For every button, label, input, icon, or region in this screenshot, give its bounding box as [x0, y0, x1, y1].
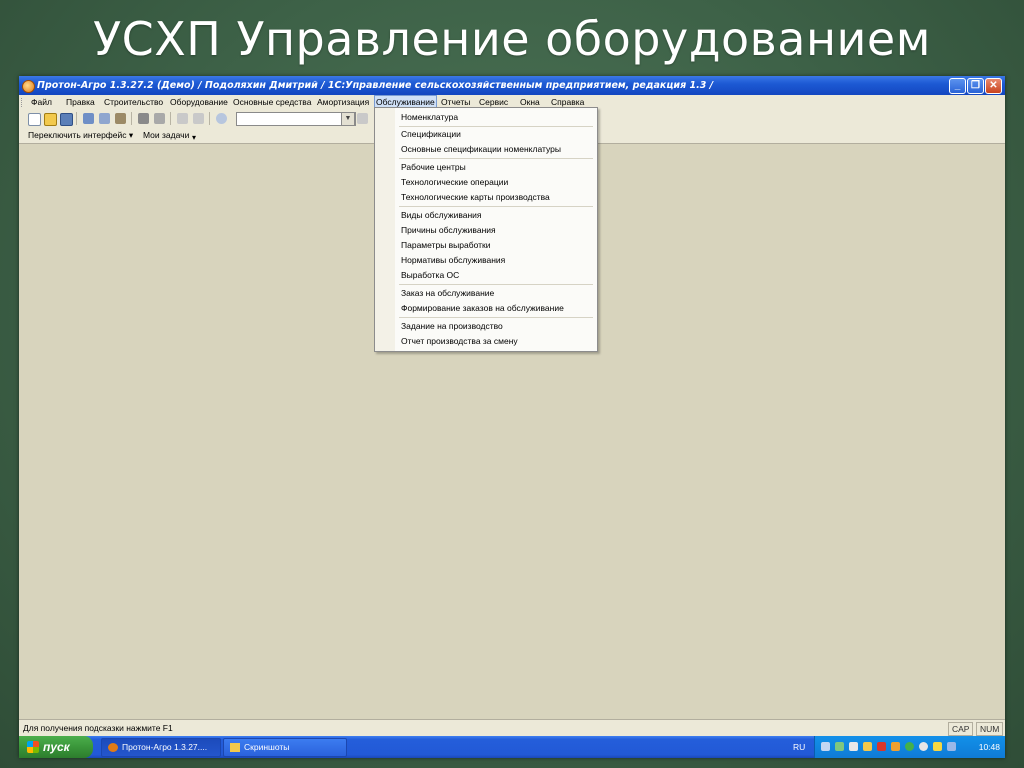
- slide-title: УСХП Управление оборудованием: [93, 12, 931, 66]
- print-icon[interactable]: [138, 113, 149, 124]
- clock: 10:48: [978, 742, 1000, 752]
- menu-file[interactable]: Файл: [30, 95, 53, 110]
- tray-app-icon[interactable]: [891, 742, 900, 751]
- menu-item-service-order[interactable]: Заказ на обслуживание: [401, 288, 494, 298]
- num-lock-indicator: NUM: [976, 722, 1004, 736]
- menu-item-tech-operations[interactable]: Технологические операции: [401, 177, 508, 187]
- preview-icon[interactable]: [154, 113, 165, 124]
- undo-icon[interactable]: [177, 113, 188, 124]
- window-titlebar: Протон-Агро 1.3.27.2 (Демо) / Подоляхин …: [19, 76, 1005, 95]
- menu-item-tech-cards[interactable]: Технологические карты производства: [401, 192, 550, 202]
- toolbar-separator: [209, 112, 210, 125]
- start-label: пуск: [43, 740, 70, 754]
- folder-icon: [230, 743, 240, 752]
- menu-grip: [21, 98, 24, 107]
- menu-item-shift-report[interactable]: Отчет производства за смену: [401, 336, 518, 346]
- tray-app-icon[interactable]: [849, 742, 858, 751]
- back-arrow-icon[interactable]: [821, 742, 830, 751]
- menu-fixed-assets[interactable]: Основные средства: [232, 95, 312, 110]
- tray-app-icon[interactable]: [919, 742, 928, 751]
- search-icon[interactable]: [216, 113, 227, 124]
- window-title: Протон-Агро 1.3.27.2 (Демо) / Подоляхин …: [37, 80, 714, 91]
- minimize-button[interactable]: _: [949, 78, 966, 94]
- application-screenshot: Протон-Агро 1.3.27.2 (Демо) / Подоляхин …: [19, 76, 1005, 758]
- menu-separator: [399, 158, 593, 159]
- network-icon[interactable]: [835, 742, 844, 751]
- find-next-icon[interactable]: [357, 113, 368, 124]
- menu-item-service-types[interactable]: Виды обслуживания: [401, 210, 482, 220]
- menu-item-output-parameters[interactable]: Параметры выработки: [401, 240, 491, 250]
- menu-item-nomenclature[interactable]: Номенклатура: [401, 112, 458, 122]
- menu-separator: [399, 284, 593, 285]
- tray-app-icon[interactable]: [933, 742, 942, 751]
- menu-construction[interactable]: Строительство: [103, 95, 164, 110]
- taskbar-folder-screenshots[interactable]: Скриншоты: [223, 738, 347, 757]
- cut-icon[interactable]: [83, 113, 94, 124]
- menu-item-form-service-orders[interactable]: Формирование заказов на обслуживание: [401, 303, 564, 313]
- caps-lock-indicator: CAP: [948, 722, 974, 736]
- toolbar-separator: [170, 112, 171, 125]
- menu-item-service-norms[interactable]: Нормативы обслуживания: [401, 255, 505, 265]
- status-hint: Для получения подсказки нажмите F1: [23, 723, 173, 733]
- switch-interface-button[interactable]: Переключить интерфейс ▾: [28, 127, 133, 143]
- start-button[interactable]: пуск: [19, 736, 93, 758]
- close-button[interactable]: ✕: [985, 78, 1002, 94]
- save-icon[interactable]: [60, 113, 73, 126]
- app-icon: [108, 743, 118, 752]
- windows-logo-icon: [27, 741, 39, 753]
- taskbar-app-proton-agro[interactable]: Протон-Агро 1.3.27....: [101, 738, 221, 757]
- volume-icon[interactable]: [947, 742, 956, 751]
- open-folder-icon[interactable]: [44, 113, 57, 126]
- menu-item-service-reasons[interactable]: Причины обслуживания: [401, 225, 496, 235]
- menu-separator: [399, 126, 593, 127]
- menu-depreciation[interactable]: Амортизация: [316, 95, 370, 110]
- redo-icon[interactable]: [193, 113, 204, 124]
- taskbar: пуск Протон-Агро 1.3.27.... Скриншоты RU…: [19, 736, 1005, 758]
- status-bar: Для получения подсказки нажмите F1 CAP N…: [19, 719, 1005, 737]
- menu-separator: [399, 206, 593, 207]
- my-tasks-button[interactable]: Мои задачи: [143, 127, 189, 143]
- tray-app-icon[interactable]: [863, 742, 872, 751]
- search-input[interactable]: [236, 112, 356, 126]
- toolbar-separator: [76, 112, 77, 125]
- task-label: Скриншоты: [244, 742, 290, 752]
- maximize-button[interactable]: ❐: [967, 78, 984, 94]
- tray-app-icon[interactable]: [877, 742, 886, 751]
- service-dropdown-menu: Номенклатура Спецификации Основные специ…: [374, 107, 598, 352]
- menu-item-work-centers[interactable]: Рабочие центры: [401, 162, 466, 172]
- menu-item-main-specifications[interactable]: Основные спецификации номенклатуры: [401, 144, 561, 154]
- copy-icon[interactable]: [99, 113, 110, 124]
- task-label: Протон-Агро 1.3.27....: [122, 742, 208, 752]
- menu-edit[interactable]: Правка: [65, 95, 96, 110]
- tray-app-icon[interactable]: [905, 742, 914, 751]
- new-document-icon[interactable]: [28, 113, 41, 126]
- system-tray: RU 10:48: [793, 736, 1005, 758]
- menu-separator: [399, 317, 593, 318]
- menu-item-production-task[interactable]: Задание на производство: [401, 321, 503, 331]
- menu-equipment[interactable]: Оборудование: [169, 95, 229, 110]
- menu-item-specifications[interactable]: Спецификации: [401, 129, 461, 139]
- app-icon: [22, 80, 35, 93]
- toolbar-separator: [131, 112, 132, 125]
- chevron-down-icon[interactable]: ▼: [341, 112, 355, 126]
- menu-icon-gutter: [375, 108, 395, 351]
- paste-icon[interactable]: [115, 113, 126, 124]
- menu-item-asset-output[interactable]: Выработка ОС: [401, 270, 459, 280]
- language-indicator[interactable]: RU: [793, 736, 805, 758]
